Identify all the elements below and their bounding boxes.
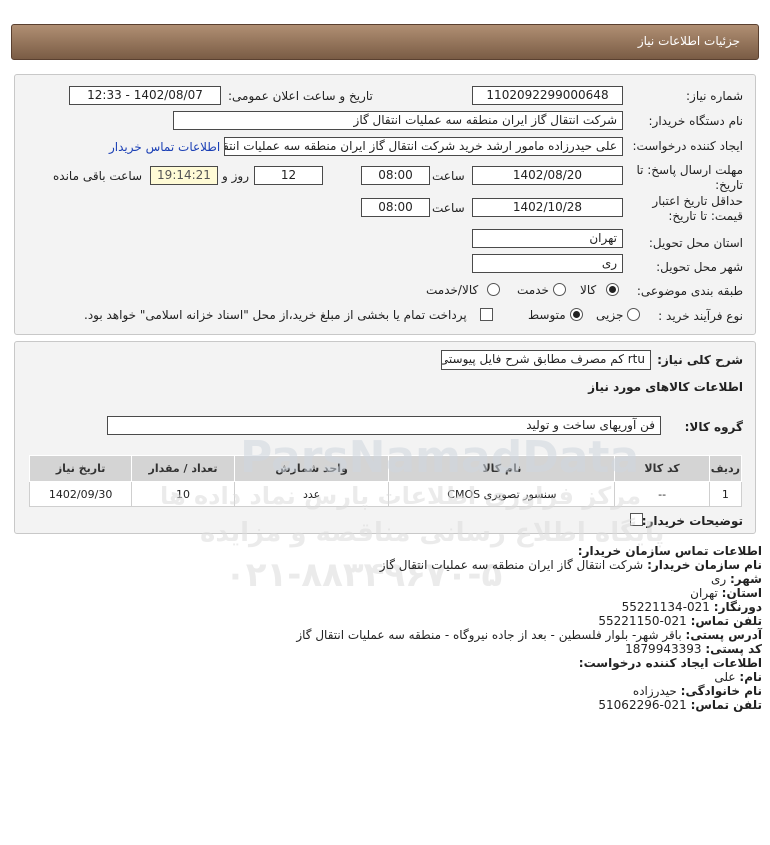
- announce-field: 1402/08/07 - 12:33: [69, 86, 221, 105]
- address-label: آدرس پستی:: [685, 628, 762, 642]
- page-title: جزئیات اطلاعات نیاز: [637, 34, 740, 48]
- goods-group-label: گروه کالا:: [684, 420, 743, 434]
- remaining-time-field: 19:14:21: [150, 166, 218, 185]
- validity-label-2: قیمت: تا تاریخ:: [668, 209, 743, 223]
- goods-table-header: ردیف کد کالا نام کالا واحد شمارش تعداد /…: [28, 455, 743, 482]
- goods-table: ردیف کد کالا نام کالا واحد شمارش تعداد /…: [28, 455, 743, 507]
- validity-date-field: 1402/10/28: [472, 198, 623, 217]
- category-option-goods-service: کالا/خدمت: [426, 283, 479, 297]
- cell-name: سنسور تصویری CMOS: [388, 481, 616, 507]
- org-contact-title: اطلاعات تماس سازمان خریدار:: [577, 544, 762, 558]
- deadline-date-field: 1402/08/20: [472, 166, 623, 185]
- phone-value: 021-55221150: [598, 614, 687, 628]
- phone-line: تلفن تماس: 021-55221150: [598, 614, 762, 628]
- announce-label: تاریخ و ساعت اعلان عمومی:: [228, 89, 373, 103]
- phone-label: تلفن تماس:: [690, 614, 762, 628]
- process-option-minor: جزیی: [596, 308, 624, 322]
- cell-row: 1: [708, 481, 743, 507]
- days-label: روز و: [222, 169, 249, 183]
- category-option-service: خدمت: [517, 283, 549, 297]
- creator-label: ایجاد کننده درخواست:: [632, 139, 743, 153]
- buyer-org-label: نام دستگاه خریدار:: [648, 114, 744, 128]
- category-radio-service[interactable]: [553, 283, 566, 296]
- remaining-label: ساعت باقی مانده: [53, 169, 143, 183]
- cell-date: 1402/09/30: [28, 481, 133, 507]
- buyer-notes-checkbox[interactable]: [630, 513, 643, 526]
- validity-time-label: ساعت: [432, 201, 465, 215]
- province-label: استان محل تحویل:: [648, 236, 743, 250]
- first-name-line: نام: علی: [714, 670, 762, 684]
- cell-unit: عدد: [233, 481, 390, 507]
- org-name: شرکت انتقال گاز ایران منطقه سه عملیات ان…: [379, 558, 644, 572]
- deadline-label-2: تاریخ:: [715, 178, 743, 192]
- first-name-value: علی: [714, 670, 736, 684]
- category-radio-goods[interactable]: [606, 283, 619, 296]
- cell-qty: 10: [131, 481, 235, 507]
- province-line: استان: تهران: [690, 586, 762, 600]
- buyer-notes-label: توضیحات خریدار:: [641, 514, 743, 528]
- city-line: شهر: ری: [711, 572, 762, 586]
- contact-city-label: شهر:: [730, 572, 762, 586]
- address-line: آدرس پستی: باقر شهر- بلوار فلسطین - بعد …: [296, 628, 762, 642]
- province-field: تهران: [472, 229, 623, 248]
- col-date: تاریخ نیاز: [28, 455, 133, 482]
- org-name-label: نام سازمان خریدار:: [647, 558, 762, 572]
- creator-phone-value: 021-51062296: [598, 698, 687, 712]
- buyer-contact-link[interactable]: اطلاعات تماس خریدار: [109, 140, 220, 154]
- validity-label-1: حداقل تاریخ اعتبار: [652, 194, 743, 208]
- col-row: ردیف: [708, 455, 743, 482]
- process-radio-medium[interactable]: [570, 308, 583, 321]
- deadline-time-label: ساعت: [432, 169, 465, 183]
- process-option-medium: متوسط: [528, 308, 566, 322]
- page-header: جزئیات اطلاعات نیاز: [11, 24, 759, 60]
- last-name-label: نام خانوادگی:: [680, 684, 762, 698]
- postal-value: 1879943393: [625, 642, 702, 656]
- fax-label: دورنگار:: [713, 600, 762, 614]
- postal-label: کد پستی:: [705, 642, 762, 656]
- fax-value: 021-55221134: [621, 600, 710, 614]
- validity-time-field: 08:00: [361, 198, 430, 217]
- cell-code: --: [614, 481, 710, 507]
- deadline-label-1: مهلت ارسال پاسخ: تا: [636, 163, 743, 177]
- goods-info-title: اطلاعات کالاهای مورد نیاز: [588, 380, 743, 394]
- table-row: 1 -- سنسور تصویری CMOS عدد 10 1402/09/30: [28, 481, 743, 507]
- first-name-label: نام:: [739, 670, 762, 684]
- fax-line: دورنگار: 021-55221134: [622, 600, 762, 614]
- city-field: ری: [472, 254, 623, 273]
- creator-field: علی حیدرزاده مامور ارشد خرید شرکت انتقال…: [224, 137, 623, 156]
- creator-phone-label: تلفن تماس:: [690, 698, 762, 712]
- category-label: طبقه بندی موضوعی:: [636, 284, 743, 298]
- goods-group-field: فن آوریهای ساخت و تولید: [107, 416, 661, 435]
- need-number-label: شماره نیاز:: [686, 89, 743, 103]
- col-code: کد کالا: [614, 455, 710, 482]
- buyer-org-field: شرکت انتقال گاز ایران منطقه سه عملیات ان…: [173, 111, 623, 130]
- last-name-line: نام خانوادگی: حیدرزاده: [633, 684, 762, 698]
- contact-province: تهران: [690, 586, 718, 600]
- last-name-value: حیدرزاده: [632, 684, 677, 698]
- contact-city: ری: [710, 572, 727, 586]
- category-radio-goods-service[interactable]: [487, 283, 500, 296]
- need-number-field: 1102092299000648: [472, 86, 623, 105]
- contact-province-label: استان:: [721, 586, 762, 600]
- summary-label: شرح کلی نیاز:: [657, 353, 743, 367]
- contact-section: اطلاعات تماس سازمان خریدار: نام سازمان خ…: [0, 540, 770, 770]
- col-name: نام کالا: [388, 455, 616, 482]
- treasury-payment-checkbox[interactable]: [480, 308, 493, 321]
- address-value: باقر شهر- بلوار فلسطین - بعد از جاده نیر…: [296, 628, 682, 642]
- org-name-line: نام سازمان خریدار: شرکت انتقال گاز ایران…: [380, 558, 762, 572]
- summary-field: rtu کم مصرف مطابق شرح فایل پیوستی: [441, 350, 651, 370]
- process-label: نوع فرآیند خرید :: [658, 309, 743, 323]
- creator-phone-line: تلفن تماس: 021-51062296: [598, 698, 762, 712]
- process-radio-minor[interactable]: [627, 308, 640, 321]
- col-unit: واحد شمارش: [233, 455, 390, 482]
- postal-line: کد پستی: 1879943393: [625, 642, 762, 656]
- creator-contact-title: اطلاعات ایجاد کننده درخواست:: [578, 656, 762, 670]
- payment-note: پرداخت تمام یا بخشی از مبلغ خرید،از محل …: [84, 308, 467, 322]
- deadline-time-field: 08:00: [361, 166, 430, 185]
- col-qty: تعداد / مقدار: [131, 455, 235, 482]
- city-label: شهر محل تحویل:: [656, 260, 743, 274]
- category-option-goods: کالا: [580, 283, 597, 297]
- days-field: 12: [254, 166, 323, 185]
